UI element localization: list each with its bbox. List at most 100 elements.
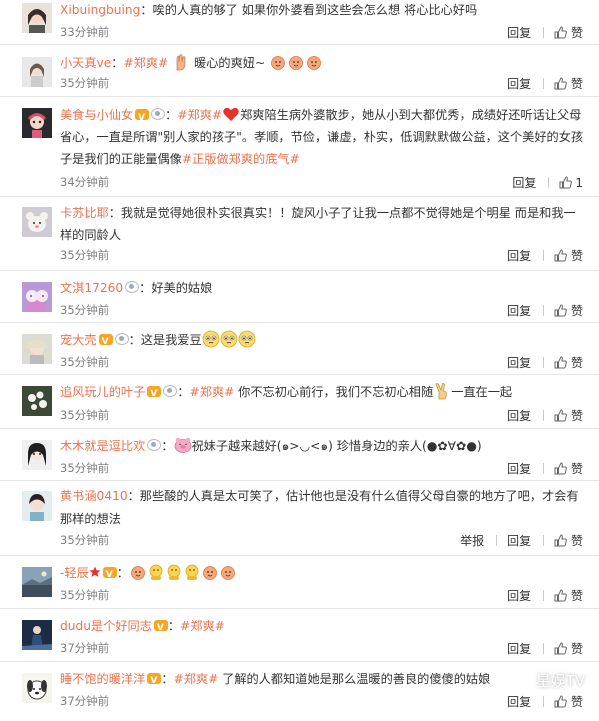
divider <box>496 535 498 546</box>
avatar[interactable] <box>22 491 52 521</box>
hashtag-link[interactable]: #郑爽# <box>123 56 168 70</box>
clap-emoji-icon <box>219 563 237 581</box>
reply-button[interactable]: 回复 <box>507 75 531 92</box>
comment-actions: 回复 赞 <box>507 460 583 477</box>
username-link[interactable]: 卡苏比耶 <box>60 206 109 220</box>
like-button[interactable]: 赞 <box>554 640 583 657</box>
username-link[interactable]: 追风玩儿的叶子 <box>60 385 145 399</box>
avatar[interactable] <box>22 440 52 470</box>
like-button[interactable]: 赞 <box>554 532 583 549</box>
divider <box>543 535 545 546</box>
reply-button[interactable]: 回复 <box>507 693 531 710</box>
vip-badge-icon <box>98 332 113 353</box>
avatar[interactable] <box>22 108 52 138</box>
thumbs-up-icon <box>554 462 567 475</box>
comment-actions: 回复 赞 <box>507 302 583 319</box>
divider <box>543 357 545 368</box>
comment-actions: 回复 赞 <box>507 354 583 371</box>
comment-actions: 回复 1 <box>512 174 583 191</box>
like-button[interactable]: 赞 <box>554 407 583 424</box>
avatar[interactable] <box>22 282 52 312</box>
smiley-emoji-icon <box>165 563 183 581</box>
level-badge-icon <box>163 385 178 397</box>
pig-emoji-icon <box>174 436 192 454</box>
avatar[interactable] <box>22 567 52 597</box>
tv-logo-icon <box>515 673 532 689</box>
thumbs-up-icon <box>554 409 567 422</box>
reply-button[interactable]: 回复 <box>507 407 531 424</box>
username-link[interactable]: dudu是个好同志 <box>60 619 152 633</box>
reply-button[interactable]: 回复 <box>507 247 531 264</box>
like-button[interactable]: 赞 <box>554 247 583 264</box>
divider <box>543 463 545 474</box>
reply-button[interactable]: 回复 <box>507 302 531 319</box>
thumbs-up-icon <box>554 589 567 602</box>
clap-emoji-icon <box>305 53 323 71</box>
comment-text: dudu是个好同志：#郑爽# <box>60 616 585 639</box>
hashtag-link[interactable]: #郑爽# <box>177 108 222 122</box>
avatar[interactable] <box>22 673 52 703</box>
reply-button[interactable]: 回复 <box>507 640 531 657</box>
username-link[interactable]: 小天真ve <box>60 56 111 70</box>
hashtag-link[interactable]: #郑爽# <box>190 385 235 399</box>
comment-text: 追风玩儿的叶子：#郑爽# 你不忘初心前行，我们不忘初心相随一直在一起 <box>60 382 585 405</box>
username-link[interactable]: 睡不饱的暖洋洋 <box>60 672 145 686</box>
like-button[interactable]: 赞 <box>554 24 583 41</box>
avatar[interactable] <box>22 386 52 416</box>
reply-button[interactable]: 回复 <box>507 24 531 41</box>
comment-item: 小天真ve：#郑爽# 暖心的爽妞~ 35分钟前 回复 赞 <box>0 45 599 97</box>
avatar[interactable] <box>22 334 52 364</box>
comment-time: 35分钟前 <box>60 461 110 475</box>
vip-badge-icon <box>135 107 150 129</box>
victory-hand-emoji-icon <box>433 382 451 400</box>
username-link[interactable]: 宠大壳 <box>60 333 97 347</box>
like-button[interactable]: 赞 <box>554 460 583 477</box>
like-button[interactable]: 赞 <box>554 693 583 710</box>
comment-time: 34分钟前 <box>60 175 110 189</box>
comment-actions: 回复 赞 <box>507 640 583 657</box>
hashtag-link[interactable]: #郑爽# <box>180 619 225 633</box>
watermark: 星娱TV <box>515 670 585 691</box>
level-badge-icon <box>147 439 162 451</box>
avatar[interactable] <box>22 620 52 650</box>
username-link[interactable]: Xibuingbuing <box>60 3 140 17</box>
comment-time: 35分钟前 <box>60 533 110 547</box>
hashtag-link[interactable]: #正版做郑爽的底气# <box>182 152 300 166</box>
avatar[interactable] <box>22 207 52 237</box>
report-button[interactable]: 举报 <box>460 532 484 549</box>
thumbs-up-icon <box>554 356 567 369</box>
username-link[interactable]: -轻辰 <box>60 566 89 580</box>
username-link[interactable]: 文淇17260 <box>60 281 123 295</box>
reply-button[interactable]: 回复 <box>507 587 531 604</box>
hashtag-link[interactable]: #郑爽# <box>174 672 219 686</box>
like-button[interactable]: 1 <box>559 176 583 190</box>
reply-button[interactable]: 回复 <box>512 174 536 191</box>
like-count: 1 <box>575 176 583 190</box>
like-button[interactable]: 赞 <box>554 354 583 371</box>
thumbs-up-icon <box>554 642 567 655</box>
level-badge-icon <box>125 281 140 293</box>
blush-emoji-icon <box>202 330 220 348</box>
like-button[interactable]: 赞 <box>554 587 583 604</box>
avatar[interactable] <box>22 3 52 33</box>
username-link[interactable]: 木木就是逗比欢 <box>60 439 145 453</box>
reply-button[interactable]: 回复 <box>507 460 531 477</box>
comment-item: 美食与小仙女：#郑爽#郑爽陪生病外婆散步，她从小到大都优秀，成绩好还听话让父母省… <box>0 97 599 197</box>
like-button[interactable]: 赞 <box>554 75 583 92</box>
comment-item: 追风玩儿的叶子：#郑爽# 你不忘初心前行，我们不忘初心相随一直在一起 35分钟前… <box>0 375 599 429</box>
vip-badge-icon <box>147 671 162 692</box>
avatar[interactable] <box>22 57 52 87</box>
username-link[interactable]: 黄书涵0410 <box>60 489 128 503</box>
comment-time: 33分钟前 <box>60 25 110 39</box>
blush-emoji-icon <box>220 330 238 348</box>
comment-time: 35分钟前 <box>60 588 110 602</box>
comment-actions: 回复 赞 <box>507 24 583 41</box>
divider <box>543 410 545 421</box>
reply-button[interactable]: 回复 <box>507 354 531 371</box>
smiley-emoji-icon <box>183 563 201 581</box>
comment-actions: 回复 赞 <box>507 693 583 710</box>
username-link[interactable]: 美食与小仙女 <box>60 108 133 122</box>
reply-button[interactable]: 回复 <box>507 532 531 549</box>
like-button[interactable]: 赞 <box>554 302 583 319</box>
divider <box>543 27 545 38</box>
